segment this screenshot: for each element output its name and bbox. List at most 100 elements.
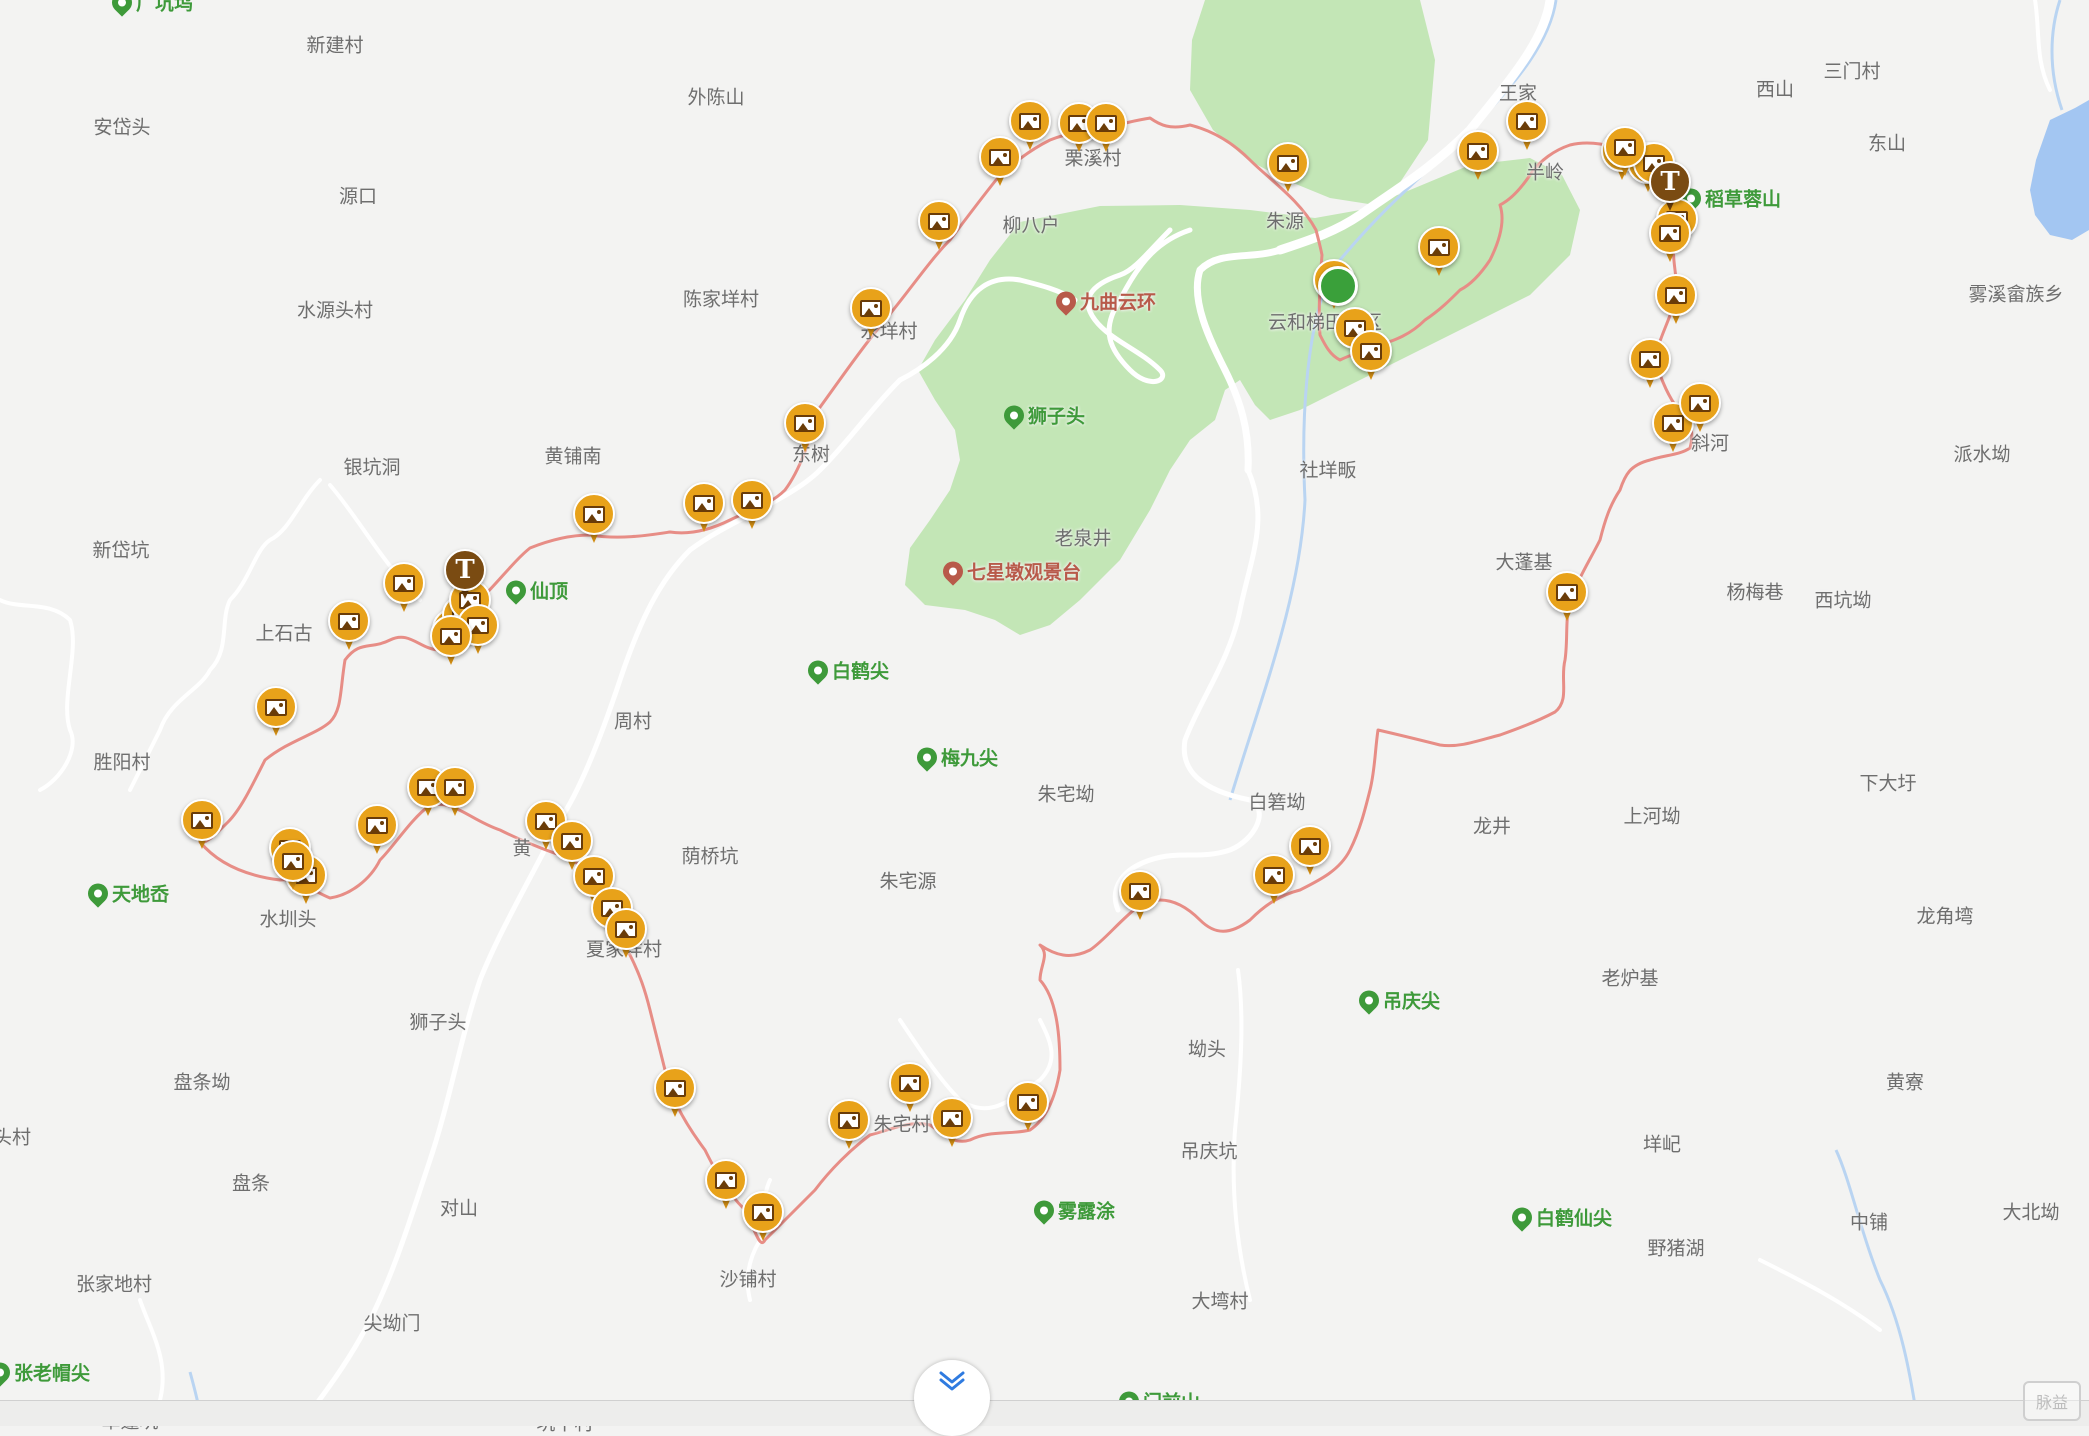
text-note-marker[interactable]: T [1649, 161, 1691, 213]
poi-name: 广坑坞 [136, 0, 194, 15]
marker-head [430, 615, 472, 657]
photo-marker[interactable] [731, 479, 773, 531]
photo-icon [928, 212, 950, 230]
photo-marker[interactable] [383, 562, 425, 614]
photo-marker[interactable] [1119, 870, 1161, 922]
photo-marker[interactable] [1457, 130, 1499, 182]
chevron-down-icon [939, 1371, 965, 1391]
poi-pin-icon [1507, 1202, 1537, 1232]
photo-icon [899, 1074, 921, 1092]
marker-head [1119, 870, 1161, 912]
photo-marker[interactable] [683, 482, 725, 534]
photo-marker[interactable] [255, 686, 297, 738]
marker-head [731, 479, 773, 521]
poi-label[interactable]: 雾露涂 [1029, 1195, 1115, 1225]
map-watermark: 脉益 [2023, 1381, 2081, 1421]
poi-label[interactable]: 梅九尖 [912, 742, 998, 772]
photo-marker[interactable] [1655, 274, 1697, 326]
photo-marker[interactable] [1289, 825, 1331, 877]
marker-head [1655, 274, 1697, 316]
photo-icon [366, 816, 388, 834]
marker-head: T [444, 549, 486, 591]
photo-marker[interactable] [328, 600, 370, 652]
marker-head [1350, 330, 1392, 372]
marker-head [383, 562, 425, 604]
photo-marker[interactable] [850, 287, 892, 339]
poi-label[interactable]: 仙顶 [501, 575, 568, 605]
marker-head [1629, 338, 1671, 380]
poi-name: 吊庆尖 [1383, 990, 1441, 1013]
lake [2030, 100, 2089, 240]
photo-marker[interactable] [1007, 1081, 1049, 1133]
poi-label[interactable]: 白鹤仙尖 [1507, 1202, 1613, 1232]
marker-head [1649, 212, 1691, 254]
marker-head [1007, 1081, 1049, 1123]
photo-icon [282, 852, 304, 870]
photo-marker[interactable] [1085, 102, 1127, 154]
photo-marker[interactable] [918, 200, 960, 252]
poi-label[interactable]: 白鹤尖 [803, 655, 889, 685]
photo-marker[interactable] [889, 1062, 931, 1114]
photo-marker[interactable] [931, 1097, 973, 1149]
poi-label[interactable]: 七星墩观景台 [938, 556, 1081, 586]
photo-icon [338, 612, 360, 630]
marker-head [1085, 102, 1127, 144]
poi-label[interactable]: 张老帽尖 [0, 1357, 90, 1387]
photo-icon [1659, 224, 1681, 242]
poi-pin-icon [1051, 286, 1081, 316]
photo-marker[interactable] [654, 1067, 696, 1119]
photo-icon [752, 1203, 774, 1221]
photo-marker[interactable] [434, 766, 476, 818]
river-southeast [1834, 1149, 1920, 1425]
photo-marker[interactable] [784, 402, 826, 454]
poi-label[interactable]: 天地岙 [83, 878, 170, 908]
map-canvas[interactable]: 新建村 外陈山 安岱头 源口 水源头村 陈家垟村 银坑洞 黄铺南 新岱坑 上石古 周村 胜阳村 水圳头荫… [0, 0, 2089, 1435]
photo-marker[interactable] [1267, 142, 1309, 194]
photo-marker[interactable] [573, 493, 615, 545]
poi-label[interactable]: 狮子头 [999, 400, 1086, 430]
photo-marker[interactable] [1679, 382, 1721, 434]
photo-icon [444, 778, 466, 796]
bottom-panel-edge [0, 1400, 2089, 1426]
text-note-marker[interactable]: T [444, 549, 486, 601]
photo-marker[interactable] [1546, 571, 1588, 623]
poi-name: 天地岙 [112, 883, 170, 906]
photo-marker[interactable] [979, 136, 1021, 188]
poi-pin-icon [107, 0, 137, 17]
park-area-north [1190, 0, 1435, 205]
photo-marker[interactable] [1604, 126, 1646, 178]
marker-head [654, 1067, 696, 1109]
poi-pin-icon [83, 878, 113, 908]
photo-marker[interactable] [1629, 338, 1671, 390]
photo-marker[interactable] [181, 799, 223, 851]
photo-icon [1017, 1093, 1039, 1111]
photo-marker[interactable] [705, 1159, 747, 1211]
photo-marker[interactable] [1506, 100, 1548, 152]
photo-marker[interactable] [1350, 330, 1392, 382]
poi-name: 白鹤仙尖 [1536, 1207, 1613, 1230]
poi-label[interactable]: 广坑坞 [107, 0, 194, 17]
marker-head [850, 287, 892, 329]
photo-icon [1277, 154, 1299, 172]
photo-marker[interactable] [356, 804, 398, 856]
photo-marker[interactable] [828, 1099, 870, 1151]
photo-marker[interactable] [430, 615, 472, 667]
photo-marker[interactable] [272, 840, 314, 892]
poi-pin-icon [803, 655, 833, 685]
photo-marker[interactable] [605, 908, 647, 960]
marker-head [356, 804, 398, 846]
marker-head [272, 840, 314, 882]
poi-name: 狮子头 [1028, 405, 1086, 428]
poi-label[interactable]: 吊庆尖 [1354, 985, 1441, 1015]
marker-head [1418, 226, 1460, 268]
photo-marker[interactable] [1649, 212, 1691, 264]
route-start-marker[interactable] [1318, 266, 1358, 306]
photo-marker[interactable] [1418, 226, 1460, 278]
poi-label[interactable]: 九曲云环 [1051, 286, 1156, 316]
photo-icon [1360, 342, 1382, 360]
photo-marker[interactable] [742, 1191, 784, 1243]
text-note-icon: T [1660, 167, 1680, 197]
photo-icon [838, 1111, 860, 1129]
marker-head: T [1649, 161, 1691, 203]
photo-icon [265, 698, 287, 716]
